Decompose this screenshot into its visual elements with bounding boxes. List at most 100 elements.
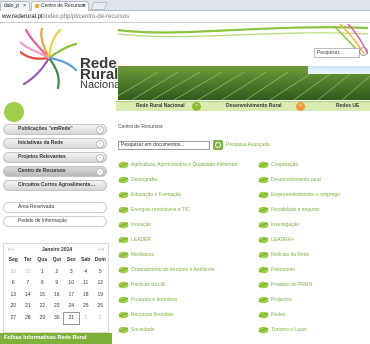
category-label: Energias renováveis e TIC: [131, 207, 190, 213]
nav-arrow-icon[interactable]: ›: [192, 102, 201, 111]
calendar-day[interactable]: 13: [6, 290, 21, 302]
tab-title: dalo_p: [4, 3, 20, 9]
tab-title: Centro de Recursos: [41, 3, 86, 9]
category-label: Demografia: [131, 177, 157, 183]
calendar-week: 13 14 15 16 17 18 19: [6, 290, 108, 302]
calendar-day[interactable]: 1: [79, 313, 94, 325]
leaf-icon: [118, 221, 129, 229]
category-label: LEADER: [131, 237, 152, 243]
leaf-icon: [118, 326, 129, 334]
leaf-icon: [258, 161, 269, 169]
calendar-day[interactable]: 19: [93, 290, 108, 302]
url-host: ww.rederural.pt: [2, 14, 43, 20]
calendar-day[interactable]: 18: [79, 290, 94, 302]
category-label: Investigação: [271, 222, 300, 228]
calendar-day[interactable]: 10: [64, 278, 79, 290]
leaf-icon: [258, 206, 269, 214]
category-label: Fiscalidade e seguros: [271, 207, 320, 213]
sidebar-item-label: Circuitos Curtos Agroalimenta…: [18, 182, 96, 188]
category-label: Desenvolvimento rural: [271, 177, 321, 183]
category-label: Redes: [271, 312, 286, 318]
leaf-icon: [258, 221, 269, 229]
new-tab-button[interactable]: [90, 2, 108, 10]
calendar-day[interactable]: 8: [35, 278, 50, 290]
browser-tab-active[interactable]: Centro de Recursos ×: [31, 1, 89, 11]
search-icon[interactable]: [359, 47, 368, 56]
sidebar-item-label: Publicações "emRede": [18, 126, 73, 132]
advanced-search-link[interactable]: Pesquisa Avançada: [226, 142, 270, 148]
calendar-day[interactable]: 24: [64, 301, 79, 313]
calendar-day[interactable]: 11: [79, 278, 94, 290]
calendar-day[interactable]: 23: [50, 301, 65, 313]
search-button[interactable]: [213, 140, 223, 150]
sidebar-item-label: Centro de Recursos: [18, 168, 66, 174]
document-search-input[interactable]: Pesquisar em documentos...: [118, 141, 210, 150]
leaf-icon: [118, 236, 129, 244]
calendar-day[interactable]: 30: [6, 267, 21, 279]
weekday-label: Sex: [66, 257, 76, 263]
weekday-label: Sáb: [81, 257, 91, 263]
calendar-day[interactable]: 2: [50, 267, 65, 279]
nav-rede-rural-nacional[interactable]: Rede Rural Nacional: [136, 102, 185, 111]
bulletin-heading[interactable]: Folhas Informativas Rede Rural: [0, 333, 112, 344]
header-banner-photo: [118, 66, 370, 100]
chevron-right-icon: ›: [96, 126, 104, 134]
calendar-day[interactable]: 9: [50, 278, 65, 290]
calendar-day[interactable]: 12: [93, 278, 108, 290]
sidebar-item-iniciativas[interactable]: Iniciativas da Rede ›: [3, 138, 107, 149]
url-path: /index.php/pt/centro-de-recursos: [42, 14, 130, 20]
nav-arrow-icon[interactable]: ›: [296, 102, 305, 111]
browser-tab[interactable]: dalo_p ×: [0, 1, 30, 11]
address-bar[interactable]: ww.rederural.pt/index.php/pt/centro-de-r…: [0, 11, 370, 23]
category-label: Políticas da UE: [131, 282, 166, 288]
calendar-week: 20 21 22 23 24 25 26: [6, 301, 108, 313]
calendar-day[interactable]: 20: [6, 301, 21, 313]
calendar-day[interactable]: 2: [93, 313, 108, 325]
category-label: Notícias da Rede: [271, 252, 310, 258]
nav-desenvolvimento-rural[interactable]: Desenvolvimento Rural: [226, 102, 282, 111]
calendar-day-today[interactable]: 31: [63, 311, 80, 325]
nav-redes-ue[interactable]: Redes UE: [336, 102, 359, 111]
leaf-icon: [258, 236, 269, 244]
sidebar-item-circuitos[interactable]: Circuitos Curtos Agroalimenta…: [3, 180, 107, 191]
calendar-day[interactable]: 4: [79, 267, 94, 279]
brand-wordmark[interactable]: Rede Rural Nacional: [80, 56, 123, 91]
calendar-month: Janeiro 2014: [41, 247, 73, 253]
calendar-day[interactable]: 26: [93, 301, 108, 313]
weekday-label: Ter: [24, 257, 32, 263]
calendar-day[interactable]: 5: [93, 267, 108, 279]
calendar-day[interactable]: 21: [21, 301, 36, 313]
close-icon[interactable]: ×: [82, 2, 85, 11]
calendar-day[interactable]: 6: [6, 278, 21, 290]
category-label: Projectos: [271, 297, 292, 303]
calendar-day[interactable]: 15: [35, 290, 50, 302]
calendar-day[interactable]: 31: [21, 267, 36, 279]
calendar-next-button[interactable]: › »: [98, 246, 104, 254]
sidebar-item-projetos[interactable]: Projetos Relevantes ›: [3, 152, 107, 163]
site-search-input[interactable]: Pesquisar...: [314, 48, 360, 58]
area-reservada-link[interactable]: Área Reservada: [3, 202, 107, 213]
rede-rural-logo-icon: [20, 28, 78, 90]
calendar-day[interactable]: 22: [35, 301, 50, 313]
calendar-day[interactable]: 7: [21, 278, 36, 290]
category-label: Produtos e territórios: [131, 297, 178, 303]
calendar-day[interactable]: 28: [21, 313, 36, 325]
sidebar-item-publicacoes[interactable]: Publicações "emRede" ›: [3, 124, 107, 135]
leaf-icon: [258, 311, 269, 319]
favicon-icon: [35, 3, 39, 8]
category-label: LEADER+: [271, 237, 294, 243]
calendar-day[interactable]: 14: [21, 290, 36, 302]
calendar-day[interactable]: 1: [35, 267, 50, 279]
calendar-day[interactable]: 17: [64, 290, 79, 302]
calendar-day[interactable]: 29: [35, 313, 50, 325]
calendar-day[interactable]: 30: [50, 313, 65, 325]
calendar-day[interactable]: 27: [6, 313, 21, 325]
category-label: Recursos florestais: [131, 312, 174, 318]
pedido-informacao-link[interactable]: Pedido de Informação: [3, 216, 107, 227]
calendar-day[interactable]: 16: [50, 290, 65, 302]
calendar-day[interactable]: 25: [79, 301, 94, 313]
leaf-icon: [118, 191, 129, 199]
calendar-day[interactable]: 3: [64, 267, 79, 279]
close-icon[interactable]: ×: [23, 2, 26, 11]
sidebar-item-centro-recursos[interactable]: Centro de Recursos ›: [3, 166, 107, 177]
